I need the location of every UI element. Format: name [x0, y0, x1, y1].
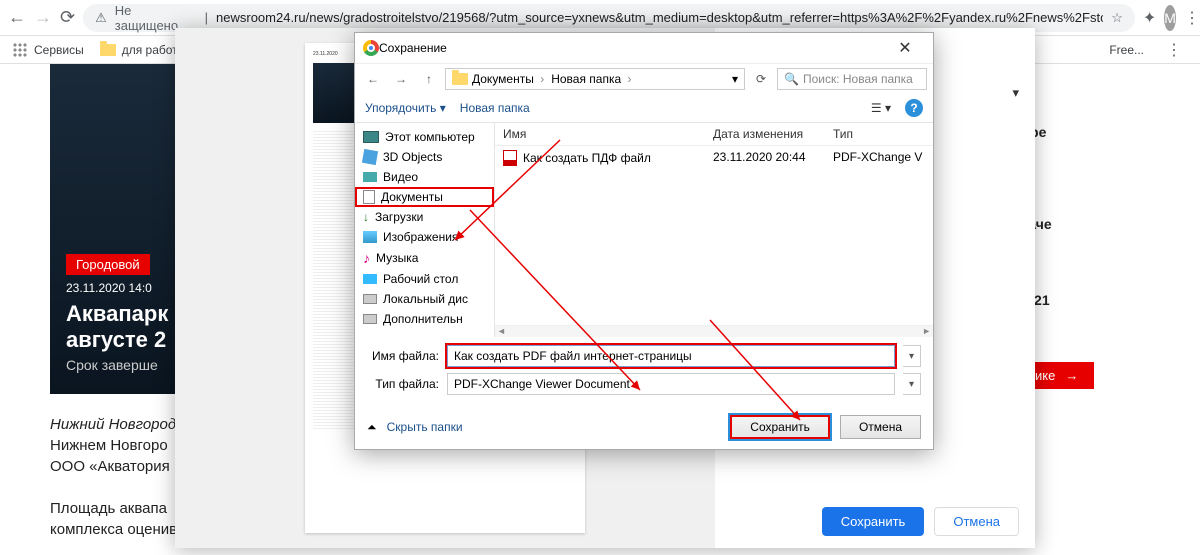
cancel-button[interactable]: Отмена [840, 415, 921, 439]
nav-back-button[interactable]: ← [361, 67, 385, 91]
download-icon: ↓ [363, 210, 369, 224]
tree-localdisk[interactable]: Локальный дис [355, 289, 494, 309]
filetype-label: Тип файла: [367, 377, 439, 391]
folder-icon [452, 73, 468, 85]
dialog-titlebar: Сохранение ✕ [355, 33, 933, 63]
column-headers[interactable]: Имя Дата изменения Тип [495, 123, 933, 146]
music-icon: ♪ [363, 250, 370, 266]
file-list: Имя Дата изменения Тип Как создать ПДФ ф… [495, 123, 933, 337]
chevron-down-icon: ▾ [1012, 85, 1019, 101]
horizontal-scrollbar[interactable] [495, 325, 933, 337]
desktop-icon [363, 274, 377, 284]
search-icon: 🔍 [784, 72, 799, 86]
save-as-dialog: Сохранение ✕ ← → ↑ Документы Новая папка… [354, 32, 934, 450]
forward-button[interactable]: → [34, 4, 52, 32]
chevron-up-icon[interactable]: ⏶ [367, 420, 377, 435]
tree-documents[interactable]: Документы [355, 187, 494, 207]
organize-button[interactable]: Упорядочить ▾ [365, 101, 446, 115]
work-bookmark[interactable]: для работы [100, 43, 187, 57]
tree-this-pc[interactable]: Этот компьютер [355, 127, 494, 147]
print-cancel-button[interactable]: Отмена [934, 507, 1019, 536]
filename-label: Имя файла: [367, 349, 439, 363]
video-icon [363, 172, 377, 182]
image-icon [363, 231, 377, 243]
tree-desktop[interactable]: Рабочий стол [355, 269, 494, 289]
reading-list-icon[interactable]: ⋮ [1160, 36, 1188, 64]
print-save-button[interactable]: Сохранить [822, 507, 925, 536]
chrome-icon [363, 40, 379, 56]
refresh-button[interactable]: ⟳ [749, 67, 773, 91]
back-button[interactable]: ← [8, 4, 26, 32]
dialog-footer: ⏶ Скрыть папки Сохранить Отмена [355, 409, 933, 449]
nav-forward-button[interactable]: → [389, 67, 413, 91]
tree-videos[interactable]: Видео [355, 167, 494, 187]
disk-icon [363, 314, 377, 324]
tree-more[interactable]: Дополнительн [355, 309, 494, 329]
nav-up-button[interactable]: ↑ [417, 67, 441, 91]
filetype-select[interactable]: PDF-XChange Viewer Document [447, 373, 895, 395]
filename-dropdown[interactable]: ▾ [903, 345, 921, 367]
folder-icon [100, 44, 116, 56]
view-button[interactable]: ☰ ▾ [871, 101, 891, 115]
reload-button[interactable]: ⟳ [60, 4, 75, 32]
search-input[interactable]: 🔍Поиск: Новая папка [777, 68, 927, 90]
filename-fields: Имя файла: Как создать PDF файл интернет… [355, 337, 933, 409]
menu-icon[interactable]: ⋮ [1184, 4, 1200, 32]
pc-icon [363, 131, 379, 143]
close-button[interactable]: ✕ [885, 38, 925, 58]
help-icon[interactable]: ? [905, 99, 923, 117]
cube-icon [362, 149, 378, 165]
tree-3d-objects[interactable]: 3D Objects [355, 147, 494, 167]
tree-images[interactable]: Изображения [355, 227, 494, 247]
save-button[interactable]: Сохранить [730, 415, 830, 439]
star-icon[interactable]: ☆ [1111, 10, 1123, 26]
filetype-dropdown[interactable]: ▾ [903, 373, 921, 395]
apps-icon [12, 42, 28, 58]
path-bar[interactable]: Документы Новая папка ▾ [445, 68, 745, 90]
chevron-down-icon[interactable]: ▾ [732, 72, 738, 86]
apps-bookmark[interactable]: Сервисы [12, 42, 84, 58]
url-text: newsroom24.ru/news/gradostroitelstvo/219… [216, 10, 1103, 25]
folder-tree: Этот компьютер 3D Objects Видео Документ… [355, 123, 495, 337]
hide-folders-link[interactable]: Скрыть папки [387, 420, 463, 434]
pdf-icon [503, 150, 517, 166]
document-icon [363, 190, 375, 204]
arrow-right-icon: → [1065, 368, 1078, 383]
extensions-icon[interactable]: ✦ [1143, 4, 1156, 32]
free-bookmark[interactable]: Free... [1109, 43, 1144, 57]
filename-input[interactable]: Как создать PDF файл интернет-страницы [447, 345, 895, 367]
dialog-toolbar: Упорядочить ▾ Новая папка ☰ ▾ ? [355, 93, 933, 123]
category-badge: Городовой [66, 254, 150, 275]
profile-avatar[interactable]: M [1164, 5, 1176, 31]
new-folder-button[interactable]: Новая папка [460, 101, 530, 115]
insecure-icon: ⚠ [95, 10, 107, 26]
tree-downloads[interactable]: ↓Загрузки [355, 207, 494, 227]
tree-music[interactable]: ♪Музыка [355, 247, 494, 269]
file-row[interactable]: Как создать ПДФ файл 23.11.2020 20:44 PD… [495, 146, 933, 170]
dialog-nav: ← → ↑ Документы Новая папка ▾ ⟳ 🔍Поиск: … [355, 63, 933, 93]
disk-icon [363, 294, 377, 304]
dialog-title: Сохранение [379, 41, 885, 55]
